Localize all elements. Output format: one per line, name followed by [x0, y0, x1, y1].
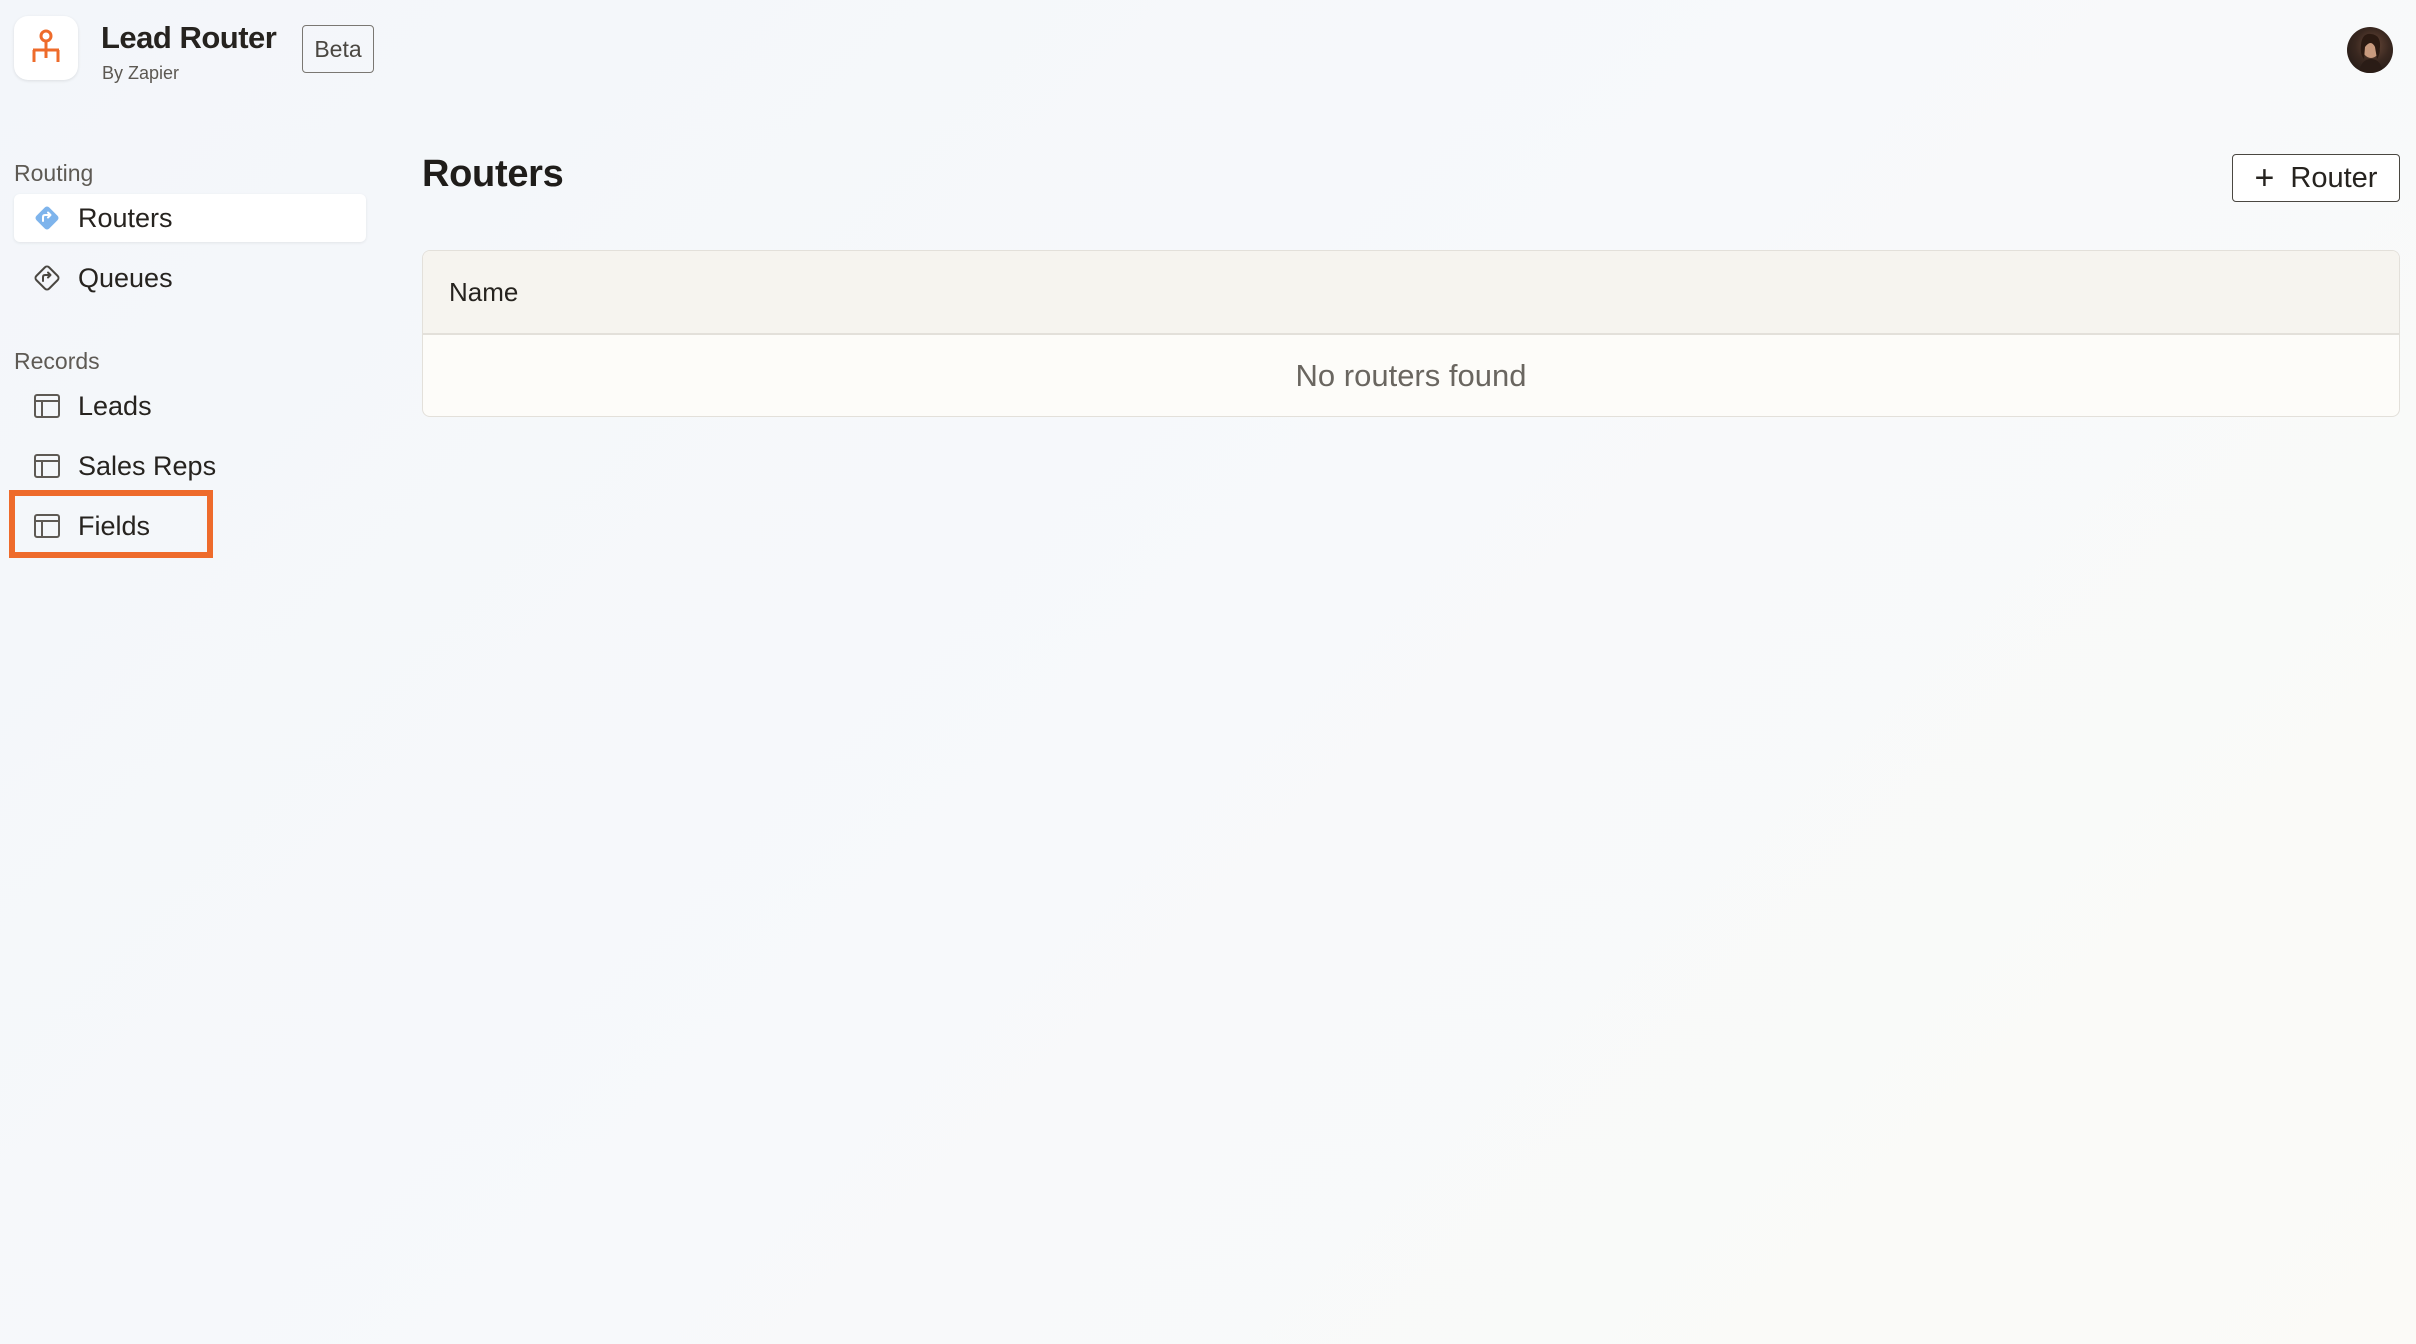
sidebar-item-fields[interactable]: Fields — [14, 502, 204, 550]
avatar-image — [2359, 33, 2383, 73]
app-root: Lead Router By Zapier Beta Routing Route… — [0, 0, 2416, 1344]
router-diamond-icon — [30, 201, 64, 235]
sidebar-item-routers[interactable]: Routers — [14, 194, 366, 242]
sidebar-item-label: Sales Reps — [78, 450, 217, 481]
table-icon — [30, 509, 64, 543]
app-subtitle: By Zapier — [102, 63, 180, 83]
empty-state-message: No routers found — [1295, 357, 1527, 393]
table-icon — [30, 389, 64, 423]
user-avatar[interactable] — [2347, 27, 2393, 73]
app-logo[interactable] — [14, 16, 78, 80]
sidebar-item-label: Leads — [78, 390, 152, 421]
sidebar-item-label: Routers — [78, 202, 173, 233]
table-icon — [30, 449, 64, 483]
add-router-button[interactable]: + Router — [2232, 154, 2400, 202]
plus-icon: + — [2254, 159, 2275, 197]
sidebar-item-label: Queues — [78, 262, 173, 293]
page-title: Routers — [422, 153, 564, 195]
sidebar-item-label: Fields — [78, 510, 151, 541]
routers-table: Name No routers found — [422, 250, 2400, 417]
add-router-label: Router — [2290, 161, 2378, 194]
beta-badge: Beta — [302, 25, 374, 73]
section-label-routing: Routing — [14, 160, 94, 186]
sidebar-item-queues[interactable]: Queues — [14, 254, 366, 302]
column-header-name[interactable]: Name — [449, 277, 518, 308]
queue-diamond-icon — [30, 261, 64, 295]
sidebar-item-leads[interactable]: Leads — [14, 382, 366, 430]
app-title: Lead Router — [101, 20, 277, 55]
section-label-records: Records — [14, 348, 100, 374]
org-chart-icon — [32, 29, 60, 62]
table-header: Name — [423, 251, 2399, 335]
empty-state: No routers found — [423, 335, 2399, 416]
sidebar-item-sales-reps[interactable]: Sales Reps — [14, 442, 366, 490]
